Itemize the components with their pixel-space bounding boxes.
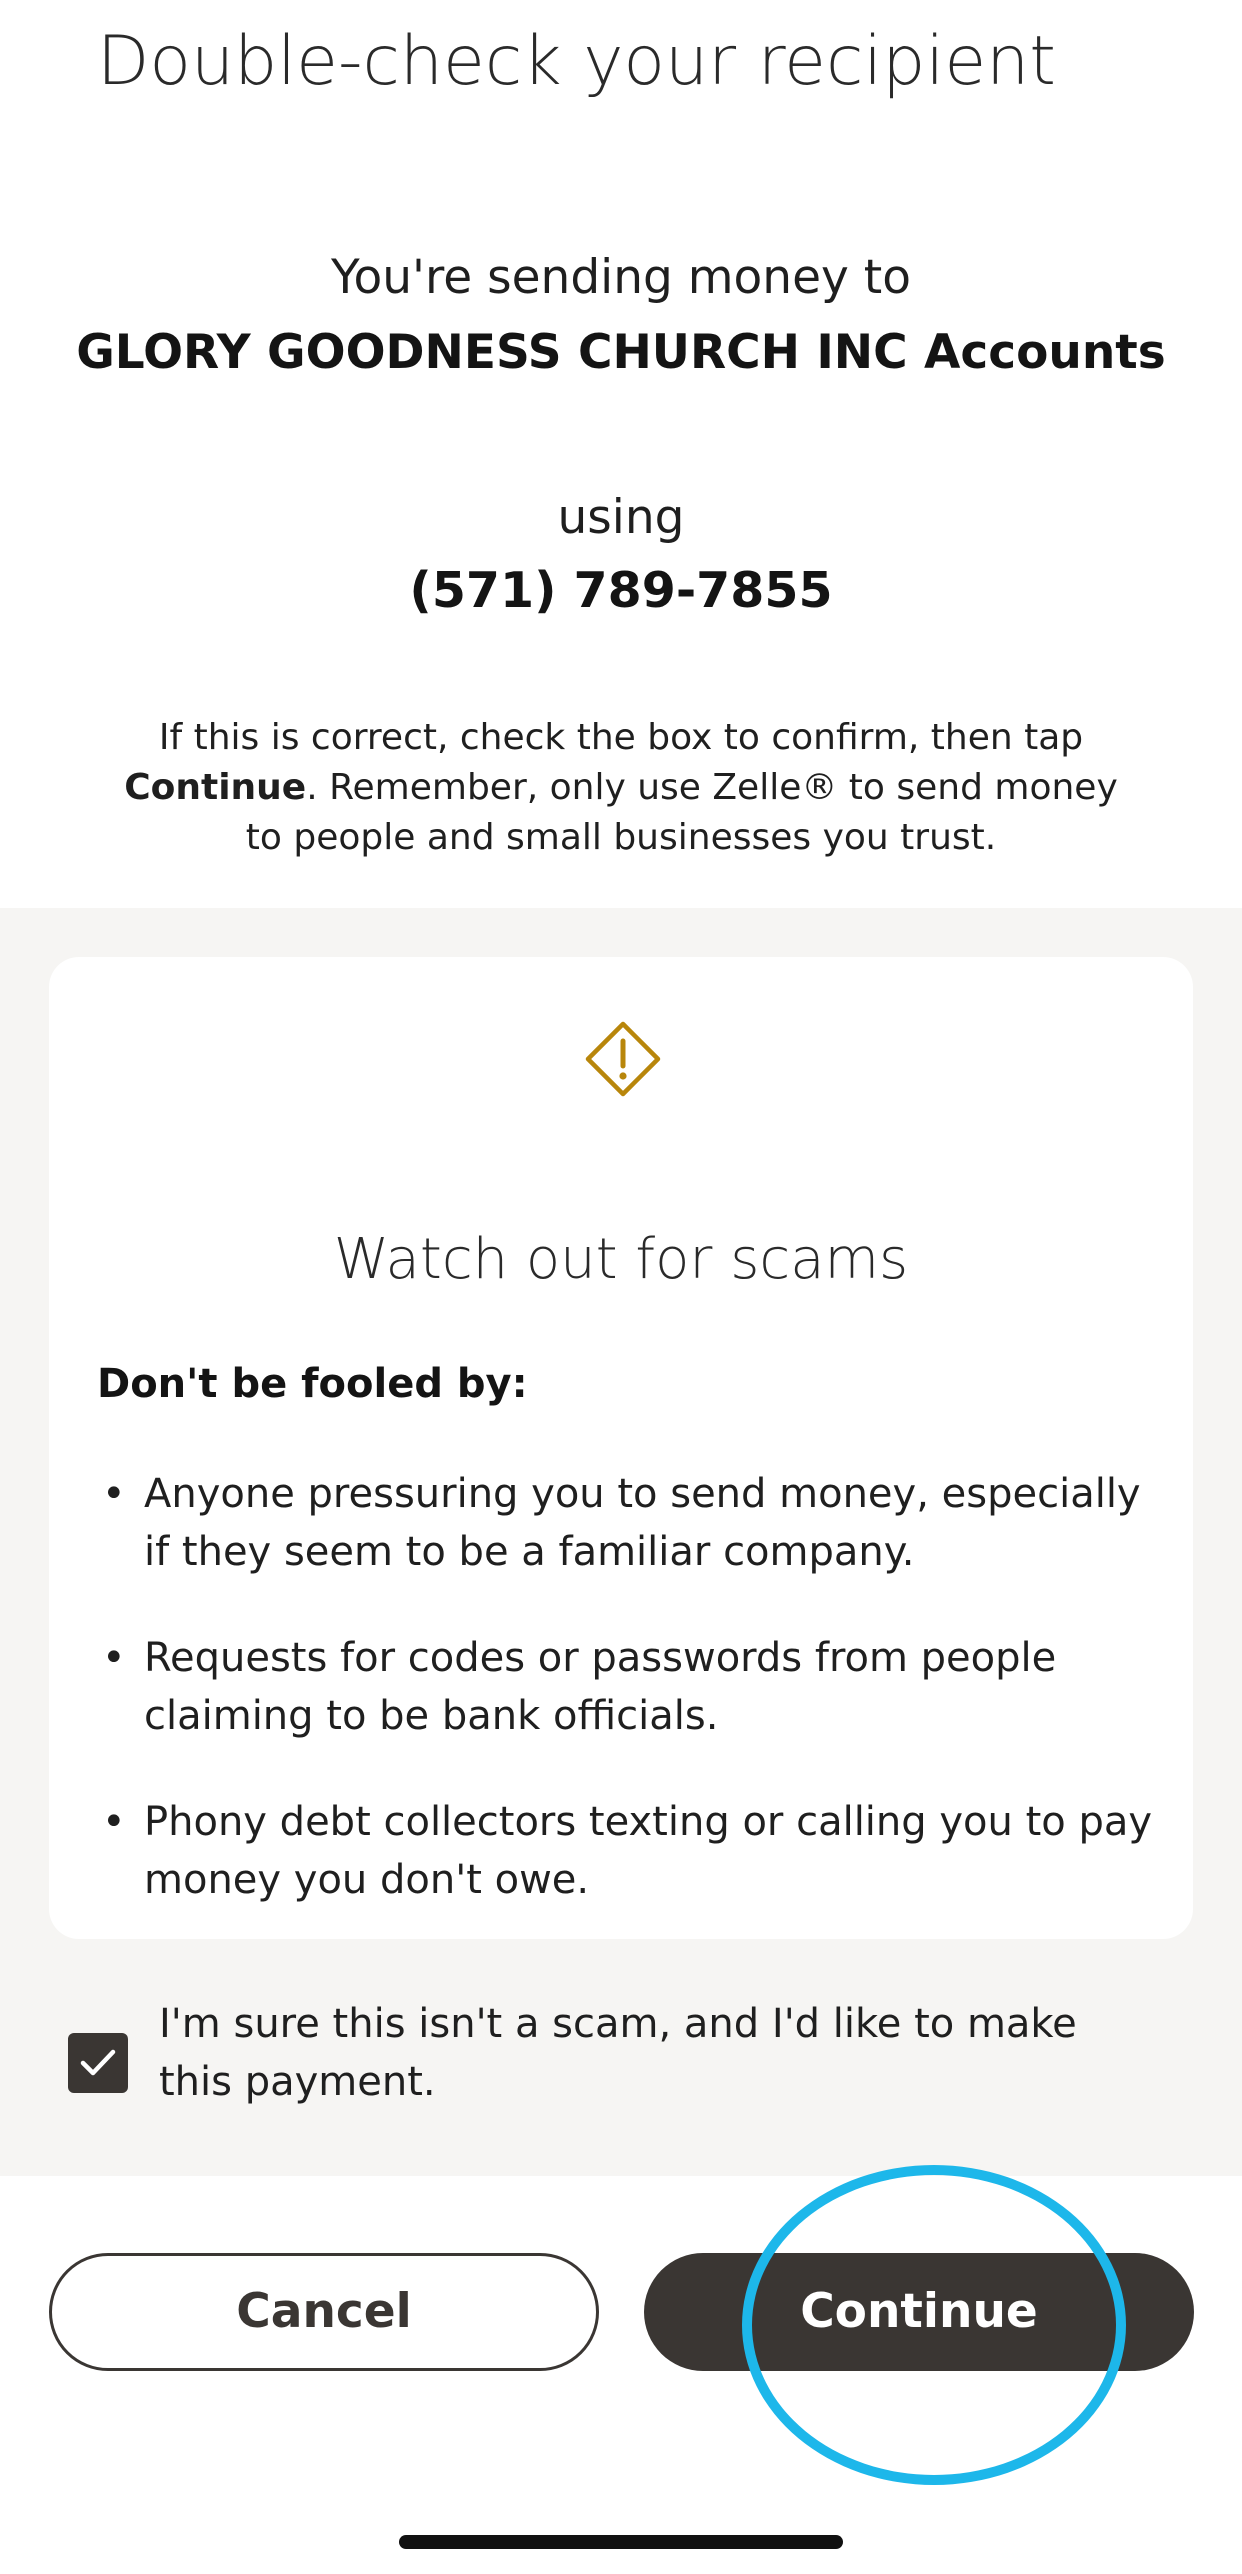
dont-be-fooled-heading: Don't be fooled by: bbox=[97, 1361, 528, 1407]
continue-button[interactable]: Continue bbox=[644, 2253, 1194, 2371]
list-item: • Anyone pressuring you to send money, es… bbox=[102, 1471, 1141, 1575]
scam-tip-text: Phony debt collectors texting or calling… bbox=[144, 1799, 1153, 1903]
confirm-checkbox[interactable] bbox=[68, 2033, 128, 2093]
recipient-name: GLORY GOODNESS CHURCH INC Accounts bbox=[76, 325, 1166, 380]
cancel-button[interactable]: Cancel bbox=[49, 2253, 599, 2371]
warning-title: Watch out for scams bbox=[333, 1227, 909, 1292]
recipient-phone: (571) 789-7855 bbox=[409, 562, 833, 619]
sending-label: You're sending money to bbox=[331, 250, 911, 305]
page-title: Double-check your recipient bbox=[97, 22, 1056, 101]
list-item: • Requests for codes or passwords from pe… bbox=[102, 1635, 1057, 1739]
warning-diamond-icon bbox=[585, 1021, 661, 1097]
list-item: • Phony debt collectors texting or callin… bbox=[102, 1799, 1153, 1903]
instructions-text: If this is correct, check the box to con… bbox=[120, 713, 1122, 863]
confirm-label[interactable]: I'm sure this isn't a scam, and I'd like… bbox=[159, 1995, 1099, 2111]
instructions-prefix: If this is correct, check the box to con… bbox=[158, 717, 1084, 758]
checkmark-icon bbox=[80, 2049, 116, 2076]
scam-warning-card: Watch out for scams Don't be fooled by: … bbox=[49, 957, 1193, 1939]
instructions-suffix: . Remember, only use Zelle® to send mone… bbox=[245, 767, 1118, 858]
scam-tip-text: Anyone pressuring you to send money, esp… bbox=[144, 1471, 1141, 1575]
warning-section: Watch out for scams Don't be fooled by: … bbox=[0, 908, 1242, 2176]
using-label: using bbox=[557, 490, 685, 545]
home-indicator bbox=[399, 2535, 843, 2549]
scam-tip-text: Requests for codes or passwords from peo… bbox=[144, 1635, 1057, 1739]
scam-tips-list: • Anyone pressuring you to send money, es… bbox=[97, 1465, 1157, 1957]
instructions-continue-emphasis: Continue bbox=[124, 767, 307, 808]
